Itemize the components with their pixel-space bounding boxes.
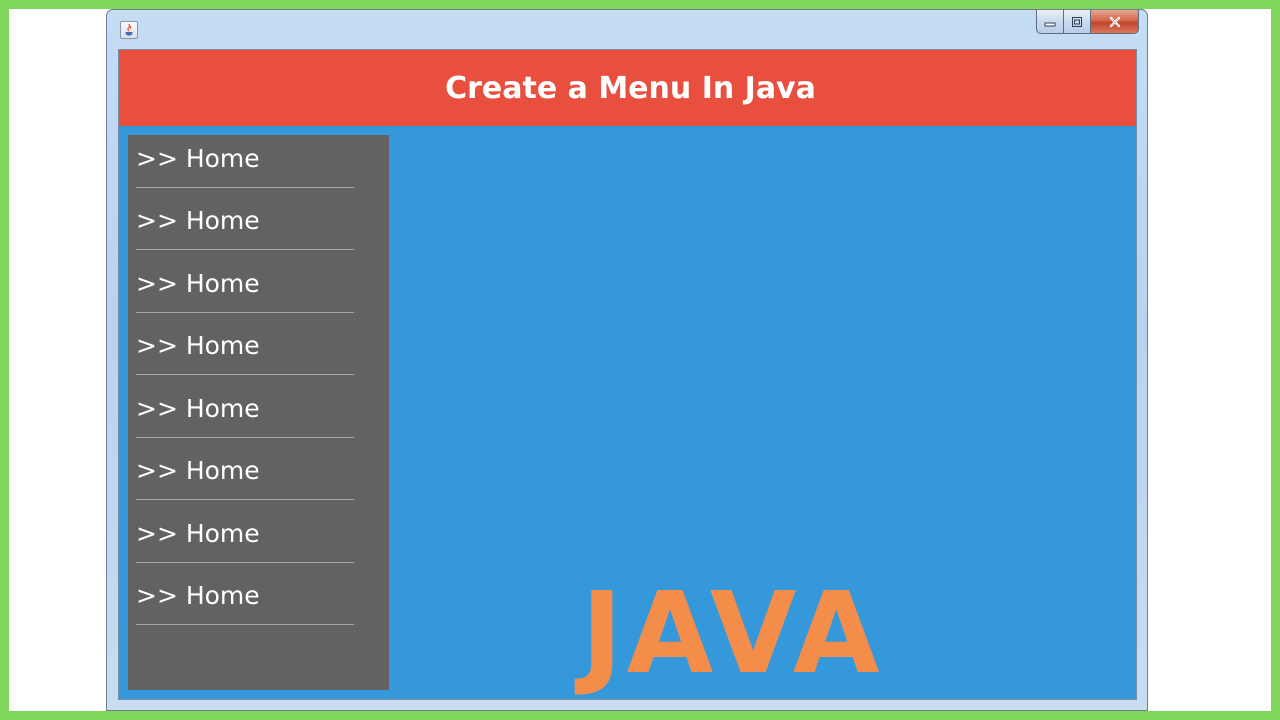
client-area: Create a Menu In Java >> Home >> Home >>… xyxy=(118,49,1137,700)
title-bar[interactable] xyxy=(107,10,1147,50)
window-controls xyxy=(1036,10,1139,37)
close-icon xyxy=(1109,16,1120,27)
menu-item-home[interactable]: >> Home xyxy=(136,197,354,250)
page-title: Create a Menu In Java xyxy=(445,70,816,106)
java-app-icon[interactable] xyxy=(120,21,138,39)
menu-item-home[interactable]: >> Home xyxy=(136,572,354,625)
menu-item-home[interactable]: >> Home xyxy=(136,447,354,500)
menu-item-home[interactable]: >> Home xyxy=(136,260,354,313)
minimize-icon xyxy=(1044,22,1056,26)
maximize-icon xyxy=(1072,16,1082,27)
menu-item-home[interactable]: >> Home xyxy=(136,510,354,563)
menu-item-home[interactable]: >> Home xyxy=(136,322,354,375)
java-logo-text: JAVA xyxy=(581,569,884,699)
app-window: Create a Menu In Java >> Home >> Home >>… xyxy=(106,9,1148,711)
menu-item-home[interactable]: >> Home xyxy=(136,135,354,188)
menu-item-home[interactable]: >> Home xyxy=(136,385,354,438)
maximize-button[interactable] xyxy=(1064,10,1091,34)
minimize-button[interactable] xyxy=(1036,10,1064,34)
close-button[interactable] xyxy=(1091,10,1139,34)
sidebar-menu: >> Home >> Home >> Home >> Home >> Home … xyxy=(128,135,389,690)
header-banner: Create a Menu In Java xyxy=(119,50,1136,126)
